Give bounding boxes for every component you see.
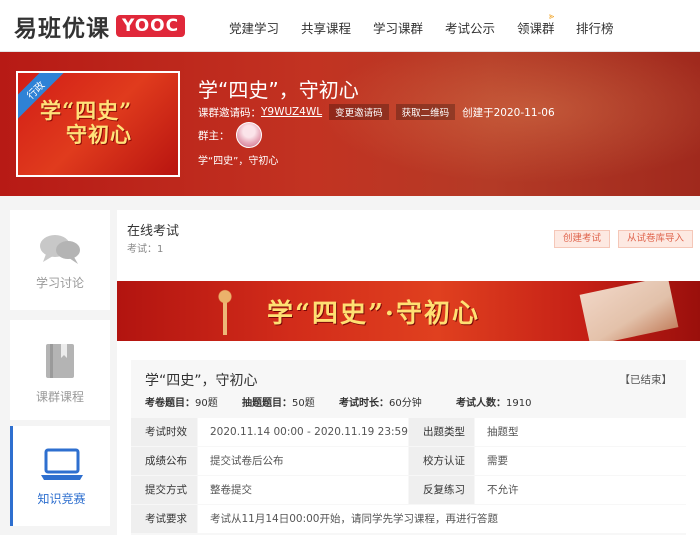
exam-title[interactable]: 学“四史”，守初心 — [145, 370, 258, 390]
row-value: 考试从11月14日00:00开始，请同学先学习课程，再进行答题 — [198, 505, 686, 533]
nav-item-exam-notice[interactable]: 考试公示 — [445, 18, 495, 37]
course-meta: 课群邀请码： Y9WUZ4WL 变更邀请码 获取二维码 创建于2020-11-0… — [198, 104, 555, 120]
row-key: 考试时效 — [131, 418, 197, 446]
table-row: 提交方式 整卷提交 反复练习 不允许 — [131, 476, 686, 505]
chat-bubbles-icon — [40, 235, 80, 264]
table-row: 成绩公布 提交试卷后公布 校方认证 需要 — [131, 447, 686, 476]
exam-card[interactable]: 学“四史”，守初心 【已结束】 考卷题目：90题 抽题题目：50题 考试时长：6… — [131, 360, 686, 535]
row-value: 不允许 — [475, 476, 686, 504]
section-title: 在线考试 — [127, 224, 180, 239]
sidebar-item-discussion-label: 学习讨论 — [35, 276, 84, 290]
nav-item-party-study[interactable]: 党建学习 — [229, 18, 279, 37]
laptop-icon — [40, 448, 83, 480]
invite-code[interactable]: Y9WUZ4WL — [261, 106, 322, 118]
row-value: 整卷提交 — [198, 476, 408, 504]
site-logo[interactable]: 易班优课 YOOC — [14, 12, 186, 42]
cover-slogan-line1: 学“四史” — [40, 98, 133, 123]
top-navigation-bar: 易班优课 YOOC 党建学习 共享课程 学习课群 考试公示 领课群 ⪢ 排行榜 — [0, 0, 700, 52]
change-invite-code-button[interactable]: 变更邀请码 — [329, 104, 389, 120]
sidebar-item-group-courses-label: 课群课程 — [35, 390, 84, 404]
sidebar-item-group-courses[interactable]: 课群课程 — [10, 320, 110, 420]
row-key: 成绩公布 — [131, 447, 197, 475]
logo-text: 易班优课 — [14, 16, 110, 42]
cover-slogan: 学“四史” 守初心 — [40, 98, 133, 148]
owner-label: 群主： — [198, 129, 230, 142]
owner-avatar[interactable] — [235, 122, 262, 148]
exam-count: 考试：1 — [127, 244, 164, 255]
book-icon — [46, 344, 74, 378]
invite-code-label: 课群邀请码： — [198, 106, 261, 119]
row-key: 考试要求 — [131, 505, 197, 533]
sidebar-item-knowledge-contest[interactable]: 知识竞赛 — [10, 426, 110, 526]
row-key: 出题类型 — [409, 418, 474, 446]
create-exam-button[interactable]: 创建考试 — [554, 230, 611, 248]
sidebar-item-discussion[interactable]: 学习讨论 — [10, 210, 110, 310]
row-value: 抽题型 — [475, 418, 686, 446]
course-description: 学“四史”，守初心 — [198, 156, 279, 167]
get-qr-code-button[interactable]: 获取二维码 — [395, 104, 456, 120]
row-key: 校方认证 — [409, 447, 474, 475]
course-title: 学“四史”，守初心 — [198, 78, 359, 102]
cover-slogan-line2: 守初心 — [66, 122, 132, 148]
created-date: 创建于2020-11-06 — [462, 106, 555, 119]
row-value: 提交试卷后公布 — [198, 447, 408, 475]
table-row: 考试时效 2020.11.14 00:00 - 2020.11.19 23:59… — [131, 418, 686, 447]
stat-total-questions: 考卷题目：90题 — [145, 398, 218, 409]
row-value: 2020.11.14 00:00 - 2020.11.19 23:59 — [198, 418, 408, 446]
stat-duration: 考试时长：60分钟 — [339, 398, 422, 409]
course-cover-image: 行政 学“四史” 守初心 — [16, 71, 180, 177]
document-decoration — [579, 281, 679, 341]
row-value: 需要 — [475, 447, 686, 475]
monument-decoration — [205, 287, 245, 335]
logo-badge: YOOC — [116, 15, 186, 37]
exam-promo-banner: 学“四史”·守初心 — [117, 281, 700, 341]
nav-item-study-groups[interactable]: 学习课群 — [373, 18, 423, 37]
promo-slogan: 学“四史”·守初心 — [267, 299, 480, 329]
stat-participants: 考试人数：1910 — [456, 398, 532, 409]
course-owner: 群主： — [198, 122, 262, 148]
nav-item-ranking[interactable]: 排行榜 — [576, 18, 614, 37]
stat-drawn-questions: 抽题题目：50题 — [242, 398, 315, 409]
table-row: 考试要求 考试从11月14日00:00开始，请同学先学习课程，再进行答题 — [131, 505, 686, 534]
row-key: 反复练习 — [409, 476, 474, 504]
nav-item-shared-courses[interactable]: 共享课程 — [301, 18, 351, 37]
import-from-library-button[interactable]: 从试卷库导入 — [618, 230, 694, 248]
exam-panel: 在线考试 考试：1 创建考试 从试卷库导入 学“四史”·守初心 学“四史”，守初… — [117, 210, 700, 535]
new-signal-icon: ⪢ — [549, 12, 555, 22]
row-key: 提交方式 — [131, 476, 197, 504]
exam-status-badge: 【已结束】 — [619, 374, 673, 386]
sidebar-item-knowledge-contest-label: 知识竞赛 — [37, 492, 86, 506]
